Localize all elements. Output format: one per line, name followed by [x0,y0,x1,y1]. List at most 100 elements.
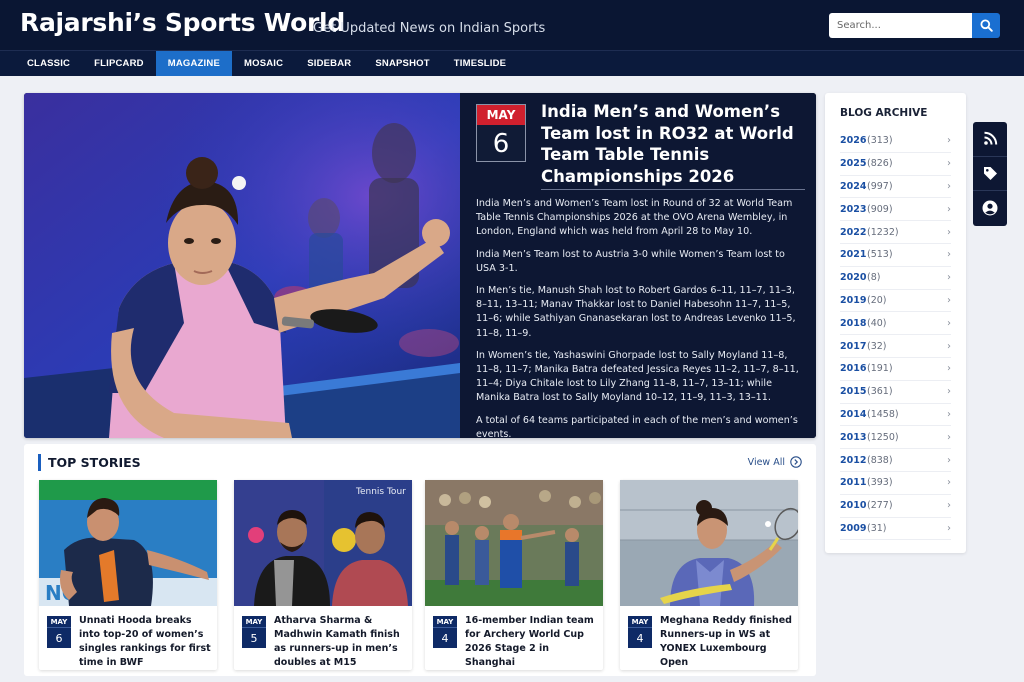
nav-item-magazine[interactable]: MAGAZINE [155,51,232,76]
rss-icon [983,132,997,146]
featured-summary: India Men’s and Women’s Team lost in Rou… [476,197,806,438]
chevron-right-icon: › [947,317,951,329]
featured-post[interactable]: MAY 6 India Men’s and Women’s Team lost … [24,93,816,438]
archive-year-item[interactable]: 2015 (361) › [840,381,951,404]
story-title[interactable]: Unnati Hooda breaks into top-20 of women… [79,614,211,670]
archive-year-item[interactable]: 2011 (393) › [840,472,951,495]
chevron-right-icon: › [947,340,951,352]
rss-button[interactable] [973,122,1007,157]
story-card[interactable]: NOX MAY 6 Unnati Hooda breaks into top-2… [39,480,217,670]
nav-item-sidebar[interactable]: SIDEBAR [295,51,363,76]
chevron-right-icon: › [947,272,951,284]
nav-item-timeslide[interactable]: TIMESLIDE [442,51,518,76]
story-date-day: 4 [441,631,449,645]
chevron-right-icon: › [947,522,951,534]
arrow-circle-icon [790,456,802,468]
blog-archive: BLOG ARCHIVE 2026 (313) › 2025 (826) › 2024 (99… [825,93,966,553]
chevron-right-icon: › [947,386,951,398]
archive-year-list: 2026 (313) › 2025 (826) › 2024 (997) › 2023 (909) ›… [825,130,966,541]
archive-count: (8) [867,272,881,284]
backdrop-text: Tennis Tour [355,487,406,497]
archive-year: 2023 [840,203,867,215]
archive-year: 2021 [840,249,867,261]
archive-count: (32) [867,340,887,352]
tag-icon [983,166,997,180]
archive-count: (20) [867,294,887,306]
archive-count: (513) [867,249,893,261]
archive-year-item[interactable]: 2010 (277) › [840,495,951,518]
top-stories-section: TOP STORIES View All NOX MAY 6 Unnati Ho… [24,444,816,676]
story-title[interactable]: Meghana Reddy finished Runners-up in WS … [660,614,792,670]
archive-year-item[interactable]: 2014 (1458) › [840,404,951,427]
side-toolbar [973,122,1007,226]
archive-count: (393) [867,477,893,489]
archive-year-item[interactable]: 2020 (8) › [840,267,951,290]
archive-year: 2019 [840,294,867,306]
story-date-badge: MAY 4 [433,616,457,648]
archive-count: (31) [867,522,887,534]
archive-year: 2010 [840,500,867,512]
story-date-badge: MAY 6 [47,616,71,648]
story-date-day: 6 [55,631,63,645]
archive-year: 2017 [840,340,867,352]
chevron-right-icon: › [947,477,951,489]
archive-year-item[interactable]: 2009 (31) › [840,518,951,541]
archive-year: 2020 [840,272,867,284]
archive-year: 2025 [840,158,867,170]
story-card[interactable]: MAY 4 16-member Indian team for Archery … [425,480,603,670]
archive-year: 2015 [840,386,867,398]
archive-year-item[interactable]: 2023 (909) › [840,198,951,222]
archive-year-item[interactable]: 2026 (313) › [840,130,951,153]
archive-year-item[interactable]: 2019 (20) › [840,290,951,313]
archive-year-item[interactable]: 2025 (826) › [840,153,951,176]
archive-year-item[interactable]: 2012 (838) › [840,449,951,472]
site-title[interactable]: Rajarshi’s Sports World [20,8,345,37]
story-image [425,480,603,606]
chevron-right-icon: › [947,226,951,238]
story-card[interactable]: Tennis Tour MAY 5 Atharva Sharma & Madhw… [234,480,412,670]
archive-year-item[interactable]: 2022 (1232) › [840,221,951,244]
archive-count: (40) [867,317,887,329]
story-date-month: MAY [47,616,71,628]
featured-title[interactable]: India Men’s and Women’s Team lost in RO3… [541,101,806,187]
chevron-right-icon: › [947,158,951,170]
archive-count: (909) [867,203,893,215]
archive-count: (1250) [867,431,899,443]
archive-year: 2022 [840,226,867,238]
archive-year-item[interactable]: 2018 (40) › [840,312,951,336]
featured-image [24,93,460,438]
user-button[interactable] [973,191,1007,226]
archive-year-item[interactable]: 2013 (1250) › [840,426,951,450]
chevron-right-icon: › [947,135,951,147]
archive-year-item[interactable]: 2024 (997) › [840,176,951,199]
archive-year-item[interactable]: 2021 (513) › [840,244,951,267]
site-header: Rajarshi’s Sports World Get Updated News… [0,0,1024,50]
chevron-right-icon: › [947,180,951,192]
story-title[interactable]: 16-member Indian team for Archery World … [465,614,597,670]
story-image: NOX [39,480,217,606]
archive-year-item[interactable]: 2017 (32) › [840,335,951,358]
archive-year-item[interactable]: 2016 (191) › [840,358,951,381]
archive-year: 2013 [840,431,867,443]
tag-button[interactable] [973,157,1007,192]
featured-divider [541,189,805,190]
search-form [829,13,1000,38]
nav-item-mosaic[interactable]: MOSAIC [232,51,295,76]
view-all-label: View All [747,456,785,468]
search-input[interactable] [829,13,972,38]
featured-paragraph: In Men’s tie, Manush Shah lost to Robert… [476,285,796,339]
archive-year: 2026 [840,135,867,147]
archive-count: (1458) [867,408,899,420]
nav-item-flipcard[interactable]: FLIPCARD [82,51,156,76]
story-title[interactable]: Atharva Sharma & Madhwin Kamath finish a… [274,614,406,670]
chevron-right-icon: › [947,294,951,306]
view-all-link[interactable]: View All [748,456,802,468]
nav-item-snapshot[interactable]: SNAPSHOT [363,51,441,76]
featured-paragraph: In Women’s tie, Yashaswini Ghorpade lost… [476,349,799,404]
story-card[interactable]: MAY 4 Meghana Reddy finished Runners-up … [620,480,798,670]
nav-item-classic[interactable]: CLASSIC [15,51,82,76]
search-button[interactable] [972,13,1000,38]
featured-date-month: MAY [477,105,525,125]
chevron-right-icon: › [947,500,951,512]
archive-count: (313) [867,135,893,147]
